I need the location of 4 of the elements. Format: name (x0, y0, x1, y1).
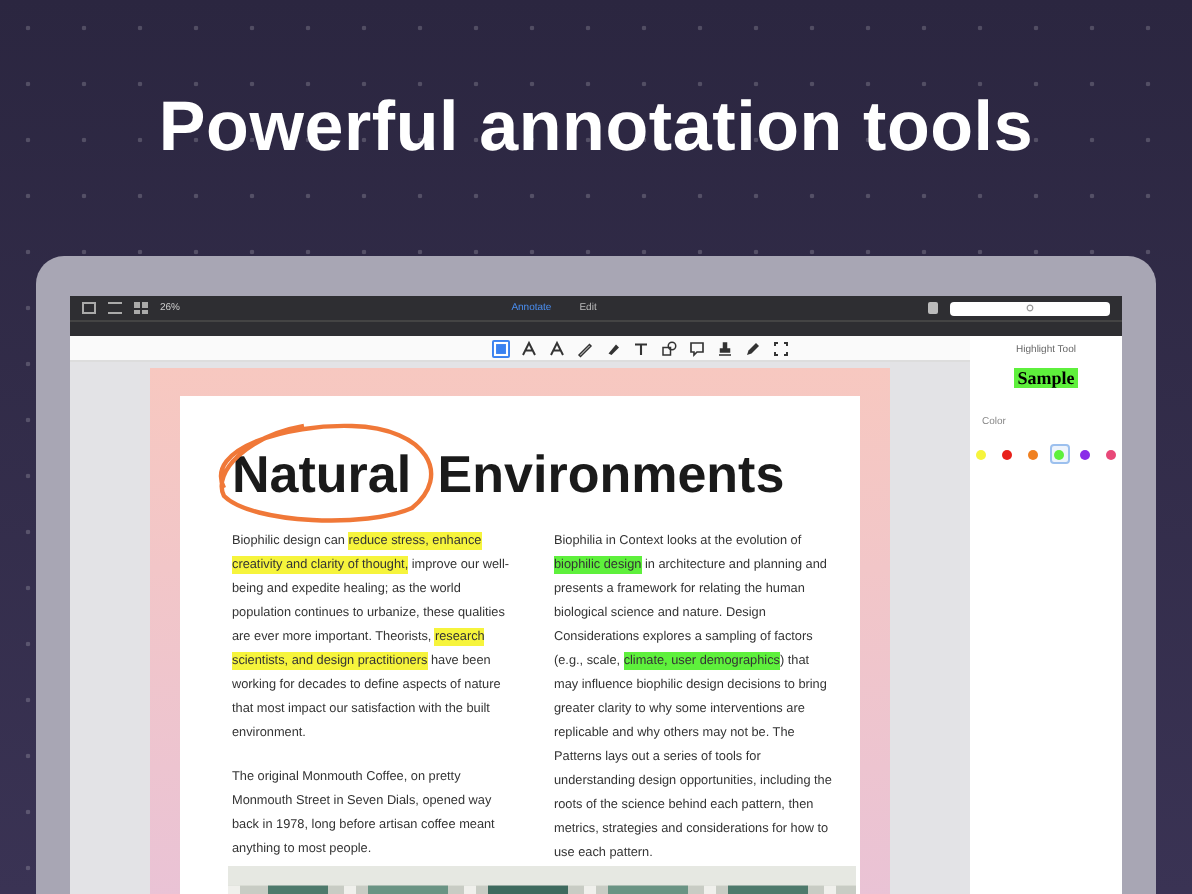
highlight-sample: Sample (1013, 368, 1079, 388)
document-title: Environments (435, 444, 785, 507)
headline: Powerful annotation tools (158, 88, 1034, 168)
document-title: Natural (232, 444, 412, 505)
